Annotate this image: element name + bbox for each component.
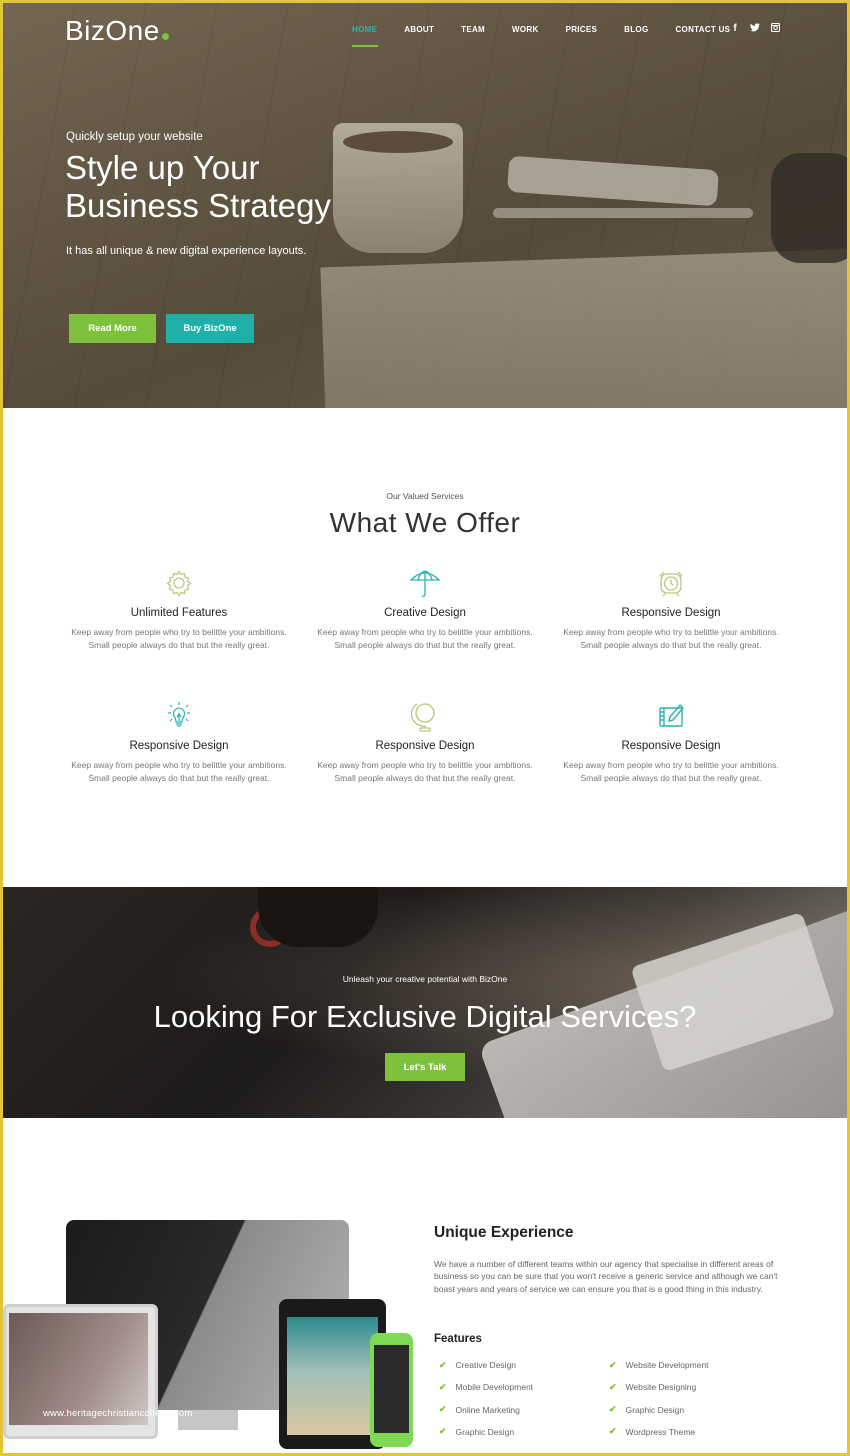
check-icon: ✔ xyxy=(609,1426,617,1437)
feature-item: ✔ Website Development xyxy=(609,1359,759,1371)
feature-item: ✔ Online Marketing xyxy=(439,1404,609,1416)
service-description: Keep away from people who try to belittl… xyxy=(563,760,779,783)
service-card: Responsive Design Keep away from people … xyxy=(556,699,786,785)
main-menu: HOME ABOUT TEAM WORK PRICES BLOG CONTACT… xyxy=(352,25,757,47)
unique-experience-text: We have a number of different teams with… xyxy=(434,1259,778,1294)
service-title: Responsive Design xyxy=(129,740,229,752)
nav-home[interactable]: HOME xyxy=(352,25,379,47)
hero-phone-image xyxy=(507,155,719,207)
nav-prices[interactable]: PRICES xyxy=(566,25,598,34)
hero-newspaper-image xyxy=(320,248,847,408)
service-card: Responsive Design Keep away from people … xyxy=(310,699,540,785)
nav-blog[interactable]: BLOG xyxy=(624,25,648,34)
page: BizOne HOME ABOUT TEAM WORK PRICES BLOG … xyxy=(3,3,847,1453)
umbrella-icon xyxy=(310,566,540,600)
nav-about[interactable]: ABOUT xyxy=(404,25,434,34)
service-title: Responsive Design xyxy=(621,740,721,752)
feature-label: Mobile Development xyxy=(455,1382,534,1393)
feature-item: ✔ Creative Design xyxy=(439,1359,609,1371)
feature-item: ✔ Graphic Design xyxy=(609,1404,759,1416)
logo-text: BizOne xyxy=(65,15,160,46)
feature-item: ✔ Wordpress Theme xyxy=(609,1426,759,1438)
hero-title: Style up Your Business Strategy xyxy=(65,149,331,224)
hero-description: It has all unique & new digital experien… xyxy=(66,245,307,257)
iphone-screen-image xyxy=(374,1345,409,1433)
features-list: ✔ Creative Design ✔ Website Development ✔ M… xyxy=(439,1359,759,1438)
logo-dot-icon xyxy=(161,33,169,40)
feature-label: Website Designing xyxy=(625,1382,697,1393)
nav-work[interactable]: WORK xyxy=(512,25,539,34)
service-title: Responsive Design xyxy=(621,607,721,619)
feature-label: Website Development xyxy=(625,1360,709,1370)
gear-icon xyxy=(64,566,294,600)
service-card: Responsive Design Keep away from people … xyxy=(556,566,786,652)
service-card: Creative Design Keep away from people wh… xyxy=(310,566,540,652)
hero-subtitle: Quickly setup your website xyxy=(66,131,203,143)
cta-mug-image xyxy=(258,887,378,947)
services-title: What We Offer xyxy=(329,507,521,538)
service-description: Keep away from people who try to belittl… xyxy=(317,760,533,783)
check-icon: ✔ xyxy=(439,1404,447,1415)
cta-title: Looking For Exclusive Digital Services? xyxy=(153,999,697,1034)
feature-label: Graphic Design xyxy=(455,1426,515,1437)
service-card: Unlimited Features Keep away from people… xyxy=(64,566,294,652)
feature-label: Creative Design xyxy=(455,1360,517,1370)
service-description: Keep away from people who try to belittl… xyxy=(563,627,779,650)
social-links: f xyxy=(730,22,780,35)
globe-icon xyxy=(310,699,540,733)
feature-item: ✔ Graphic Design xyxy=(439,1426,609,1438)
service-description: Keep away from people who try to belittl… xyxy=(71,760,287,783)
alarm-clock-icon xyxy=(556,566,786,600)
logo[interactable]: BizOne xyxy=(65,15,169,47)
hero-section: BizOne HOME ABOUT TEAM WORK PRICES BLOG … xyxy=(3,3,847,408)
check-icon: ✔ xyxy=(609,1404,617,1415)
read-more-button[interactable]: Read More xyxy=(69,314,156,343)
cta-subtitle: Unleash your creative potential with Biz… xyxy=(342,974,508,984)
nav-contact-us[interactable]: CONTACT US xyxy=(675,25,730,34)
buy-bizone-button[interactable]: Buy BizOne xyxy=(166,314,254,343)
feature-label: Wordpress Theme xyxy=(625,1426,696,1437)
feature-label: Online Marketing xyxy=(455,1404,520,1415)
instagram-icon[interactable] xyxy=(770,22,780,35)
check-icon: ✔ xyxy=(439,1381,447,1392)
services-subtitle: Our Valued Services xyxy=(386,491,464,501)
service-title: Creative Design xyxy=(384,607,466,619)
facebook-icon[interactable]: f xyxy=(730,23,740,35)
features-title: Features xyxy=(434,1333,482,1345)
lets-talk-button[interactable]: Let's Talk xyxy=(385,1053,465,1081)
service-description: Keep away from people who try to belittl… xyxy=(317,627,533,650)
nav-team[interactable]: TEAM xyxy=(461,25,485,34)
drawing-tablet-icon xyxy=(556,699,786,733)
top-navigation: BizOne HOME ABOUT TEAM WORK PRICES BLOG … xyxy=(3,3,847,63)
hero-glasses-image xyxy=(771,153,847,263)
ipad-screen-image xyxy=(287,1317,378,1435)
service-card: Responsive Design Keep away from people … xyxy=(64,699,294,785)
service-title: Unlimited Features xyxy=(130,607,228,619)
lightbulb-icon xyxy=(64,699,294,733)
service-title: Responsive Design xyxy=(375,740,475,752)
check-icon: ✔ xyxy=(439,1426,447,1437)
check-icon: ✔ xyxy=(439,1359,447,1370)
check-icon: ✔ xyxy=(609,1359,617,1370)
hero-pen-image xyxy=(493,208,753,218)
feature-item: ✔ Website Designing xyxy=(609,1381,759,1393)
unique-experience-title: Unique Experience xyxy=(434,1224,574,1241)
watermark-text: www.heritagechristiancollege.com xyxy=(43,1408,193,1419)
check-icon: ✔ xyxy=(609,1381,617,1392)
twitter-icon[interactable] xyxy=(750,23,760,35)
feature-label: Graphic Design xyxy=(625,1404,685,1415)
feature-item: ✔ Mobile Development xyxy=(439,1381,609,1393)
service-description: Keep away from people who try to belittl… xyxy=(71,627,287,650)
